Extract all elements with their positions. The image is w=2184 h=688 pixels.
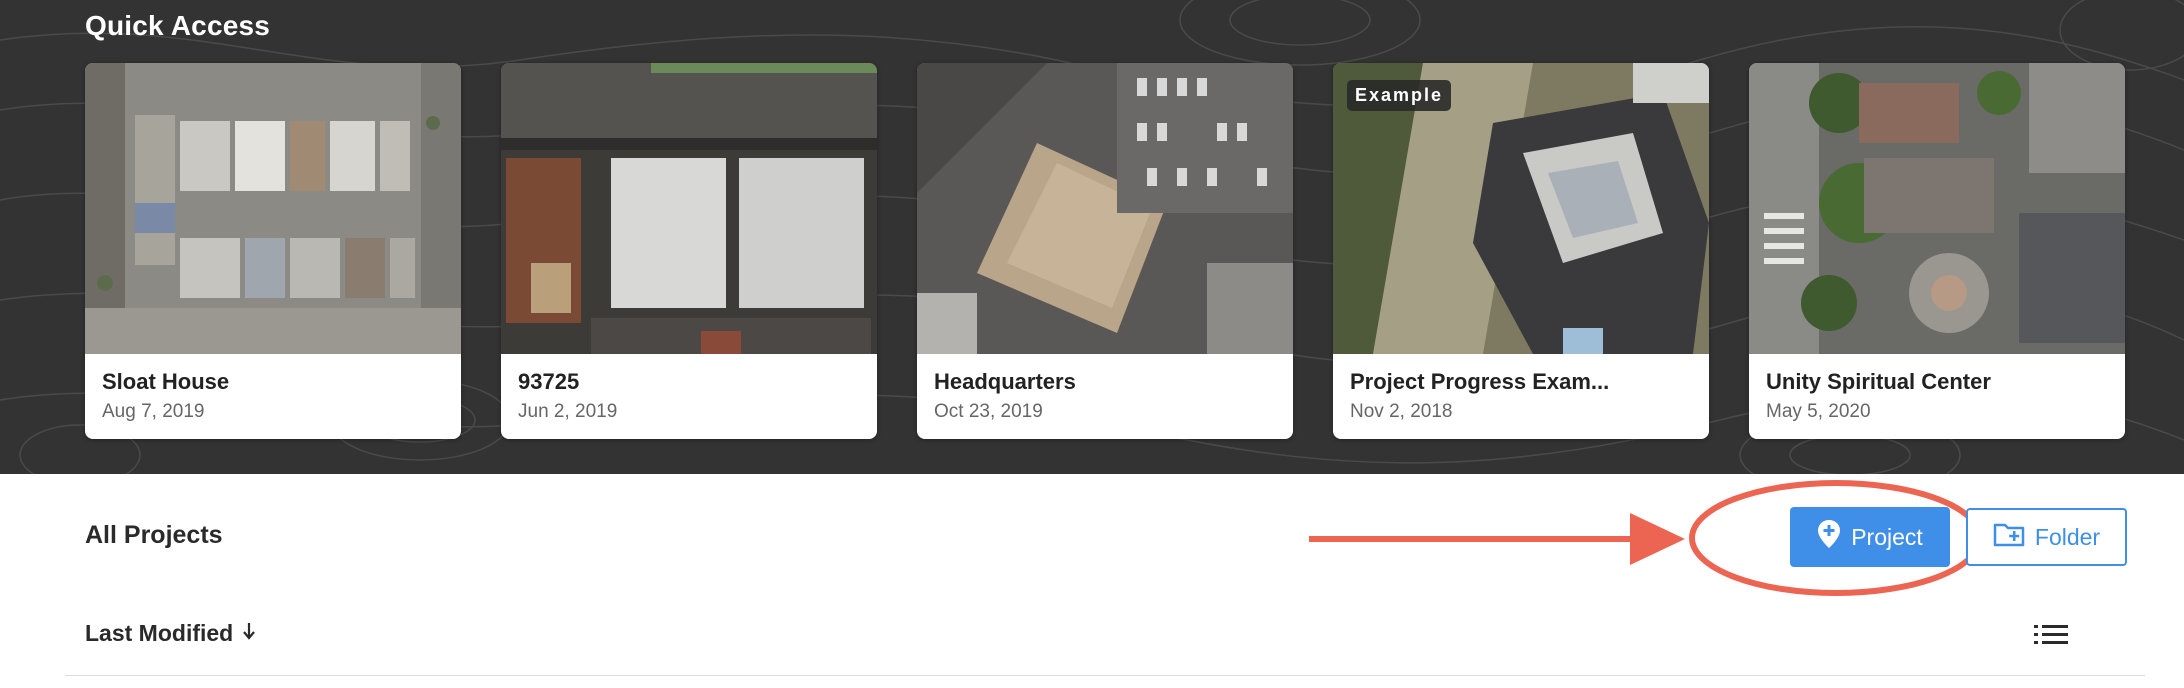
project-thumbnail <box>1749 63 2125 354</box>
sort-dropdown[interactable]: Last Modified <box>85 620 257 647</box>
list-divider <box>65 675 2145 676</box>
project-date: Jun 2, 2019 <box>518 401 618 422</box>
project-date: May 5, 2020 <box>1766 401 1871 422</box>
project-name: Sloat House <box>102 369 230 394</box>
sort-label: Last Modified <box>85 620 234 646</box>
project-name: Project Progress Exam... <box>1350 369 1610 394</box>
project-thumbnail <box>501 63 877 354</box>
new-project-label: Project <box>1851 523 1923 550</box>
project-date: Aug 7, 2019 <box>102 401 205 422</box>
list-view-icon[interactable] <box>2034 620 2068 650</box>
map-pin-plus-icon <box>1817 519 1841 555</box>
project-name: 93725 <box>518 369 580 394</box>
quick-access-section: Quick Access Sloat House Aug 7, 2019 937… <box>0 0 2184 474</box>
project-name: Unity Spiritual Center <box>1766 369 1991 394</box>
folder-plus-icon <box>1993 521 2025 553</box>
arrow-down-icon <box>241 620 257 647</box>
project-name: Headquarters <box>934 369 1076 394</box>
example-badge: Example <box>1347 80 1452 111</box>
new-folder-button[interactable]: Folder <box>1966 508 2127 566</box>
project-date: Oct 23, 2019 <box>934 401 1043 422</box>
quick-access-title: Quick Access <box>85 10 271 41</box>
annotation-arrow <box>1309 513 1685 565</box>
all-projects-title: All Projects <box>85 521 223 549</box>
quick-access-card-sloat-house[interactable]: Sloat House Aug 7, 2019 <box>85 63 461 439</box>
project-date: Nov 2, 2018 <box>1350 401 1453 422</box>
quick-access-card-unity-spiritual-center[interactable]: Unity Spiritual Center May 5, 2020 <box>1749 63 2125 439</box>
new-folder-label: Folder <box>2034 523 2101 550</box>
quick-access-card-93725[interactable]: 93725 Jun 2, 2019 <box>501 63 877 439</box>
quick-access-card-headquarters[interactable]: Headquarters Oct 23, 2019 <box>917 63 1293 439</box>
project-thumbnail <box>917 63 1293 354</box>
project-thumbnail <box>85 63 461 354</box>
new-project-button[interactable]: Project <box>1790 507 1950 567</box>
quick-access-card-project-progress-example[interactable]: Example Project Progress Exam... Nov 2, … <box>1333 63 1709 439</box>
